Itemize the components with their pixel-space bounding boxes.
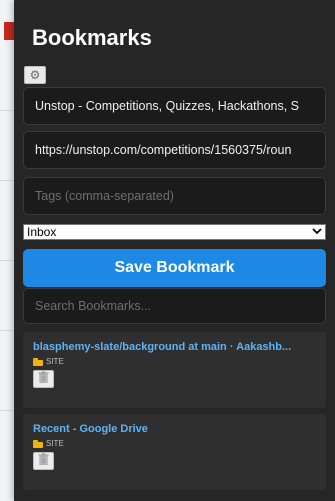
trash-icon — [38, 452, 49, 470]
bookmark-type: SITE — [46, 439, 64, 448]
title-field-value: Unstop - Competitions, Quizzes, Hackatho… — [35, 99, 300, 113]
bookmark-type: SITE — [46, 357, 64, 366]
url-field-value: https://unstop.com/competitions/1560375/… — [35, 143, 292, 157]
background-divider — [0, 330, 14, 331]
background-tab-badge — [4, 22, 14, 40]
delete-bookmark-button[interactable] — [33, 370, 54, 388]
save-bookmark-button[interactable]: Save Bookmark — [23, 249, 326, 287]
panel-title: Bookmarks — [32, 25, 152, 50]
background-page — [0, 0, 14, 501]
folder-icon — [33, 439, 43, 448]
folder-icon — [33, 357, 43, 366]
folder-select[interactable]: Inbox — [23, 224, 326, 240]
bookmark-link[interactable]: Recent - Google Drive — [33, 422, 316, 436]
delete-bookmark-button[interactable] — [33, 452, 54, 470]
background-divider — [0, 180, 14, 181]
tags-placeholder: Tags (comma-separated) — [35, 189, 174, 203]
bookmarks-panel: Bookmarks ⚙ Unstop - Competitions, Quizz… — [14, 0, 335, 501]
bookmark-meta: SITE — [33, 439, 316, 448]
background-divider — [0, 260, 14, 261]
settings-button[interactable]: ⚙ — [24, 66, 46, 84]
bookmark-card: Recent - Google Drive SITE — [23, 414, 326, 490]
search-placeholder: Search Bookmarks... — [35, 299, 152, 313]
title-field[interactable]: Unstop - Competitions, Quizzes, Hackatho… — [23, 87, 326, 125]
bookmark-card: blasphemy-slate/background at main · Aak… — [23, 332, 326, 408]
bookmark-meta: SITE — [33, 357, 316, 366]
background-divider — [0, 110, 14, 111]
tags-field[interactable]: Tags (comma-separated) — [23, 177, 326, 215]
gear-icon: ⚙ — [29, 68, 41, 82]
url-field[interactable]: https://unstop.com/competitions/1560375/… — [23, 131, 326, 169]
chevron-down-icon — [312, 227, 322, 238]
trash-icon — [38, 370, 49, 388]
background-divider — [0, 410, 14, 411]
save-bookmark-label: Save Bookmark — [114, 259, 235, 276]
folder-select-value: Inbox — [27, 225, 57, 239]
bookmark-link[interactable]: blasphemy-slate/background at main · Aak… — [33, 340, 316, 354]
search-input[interactable]: Search Bookmarks... — [23, 288, 326, 324]
